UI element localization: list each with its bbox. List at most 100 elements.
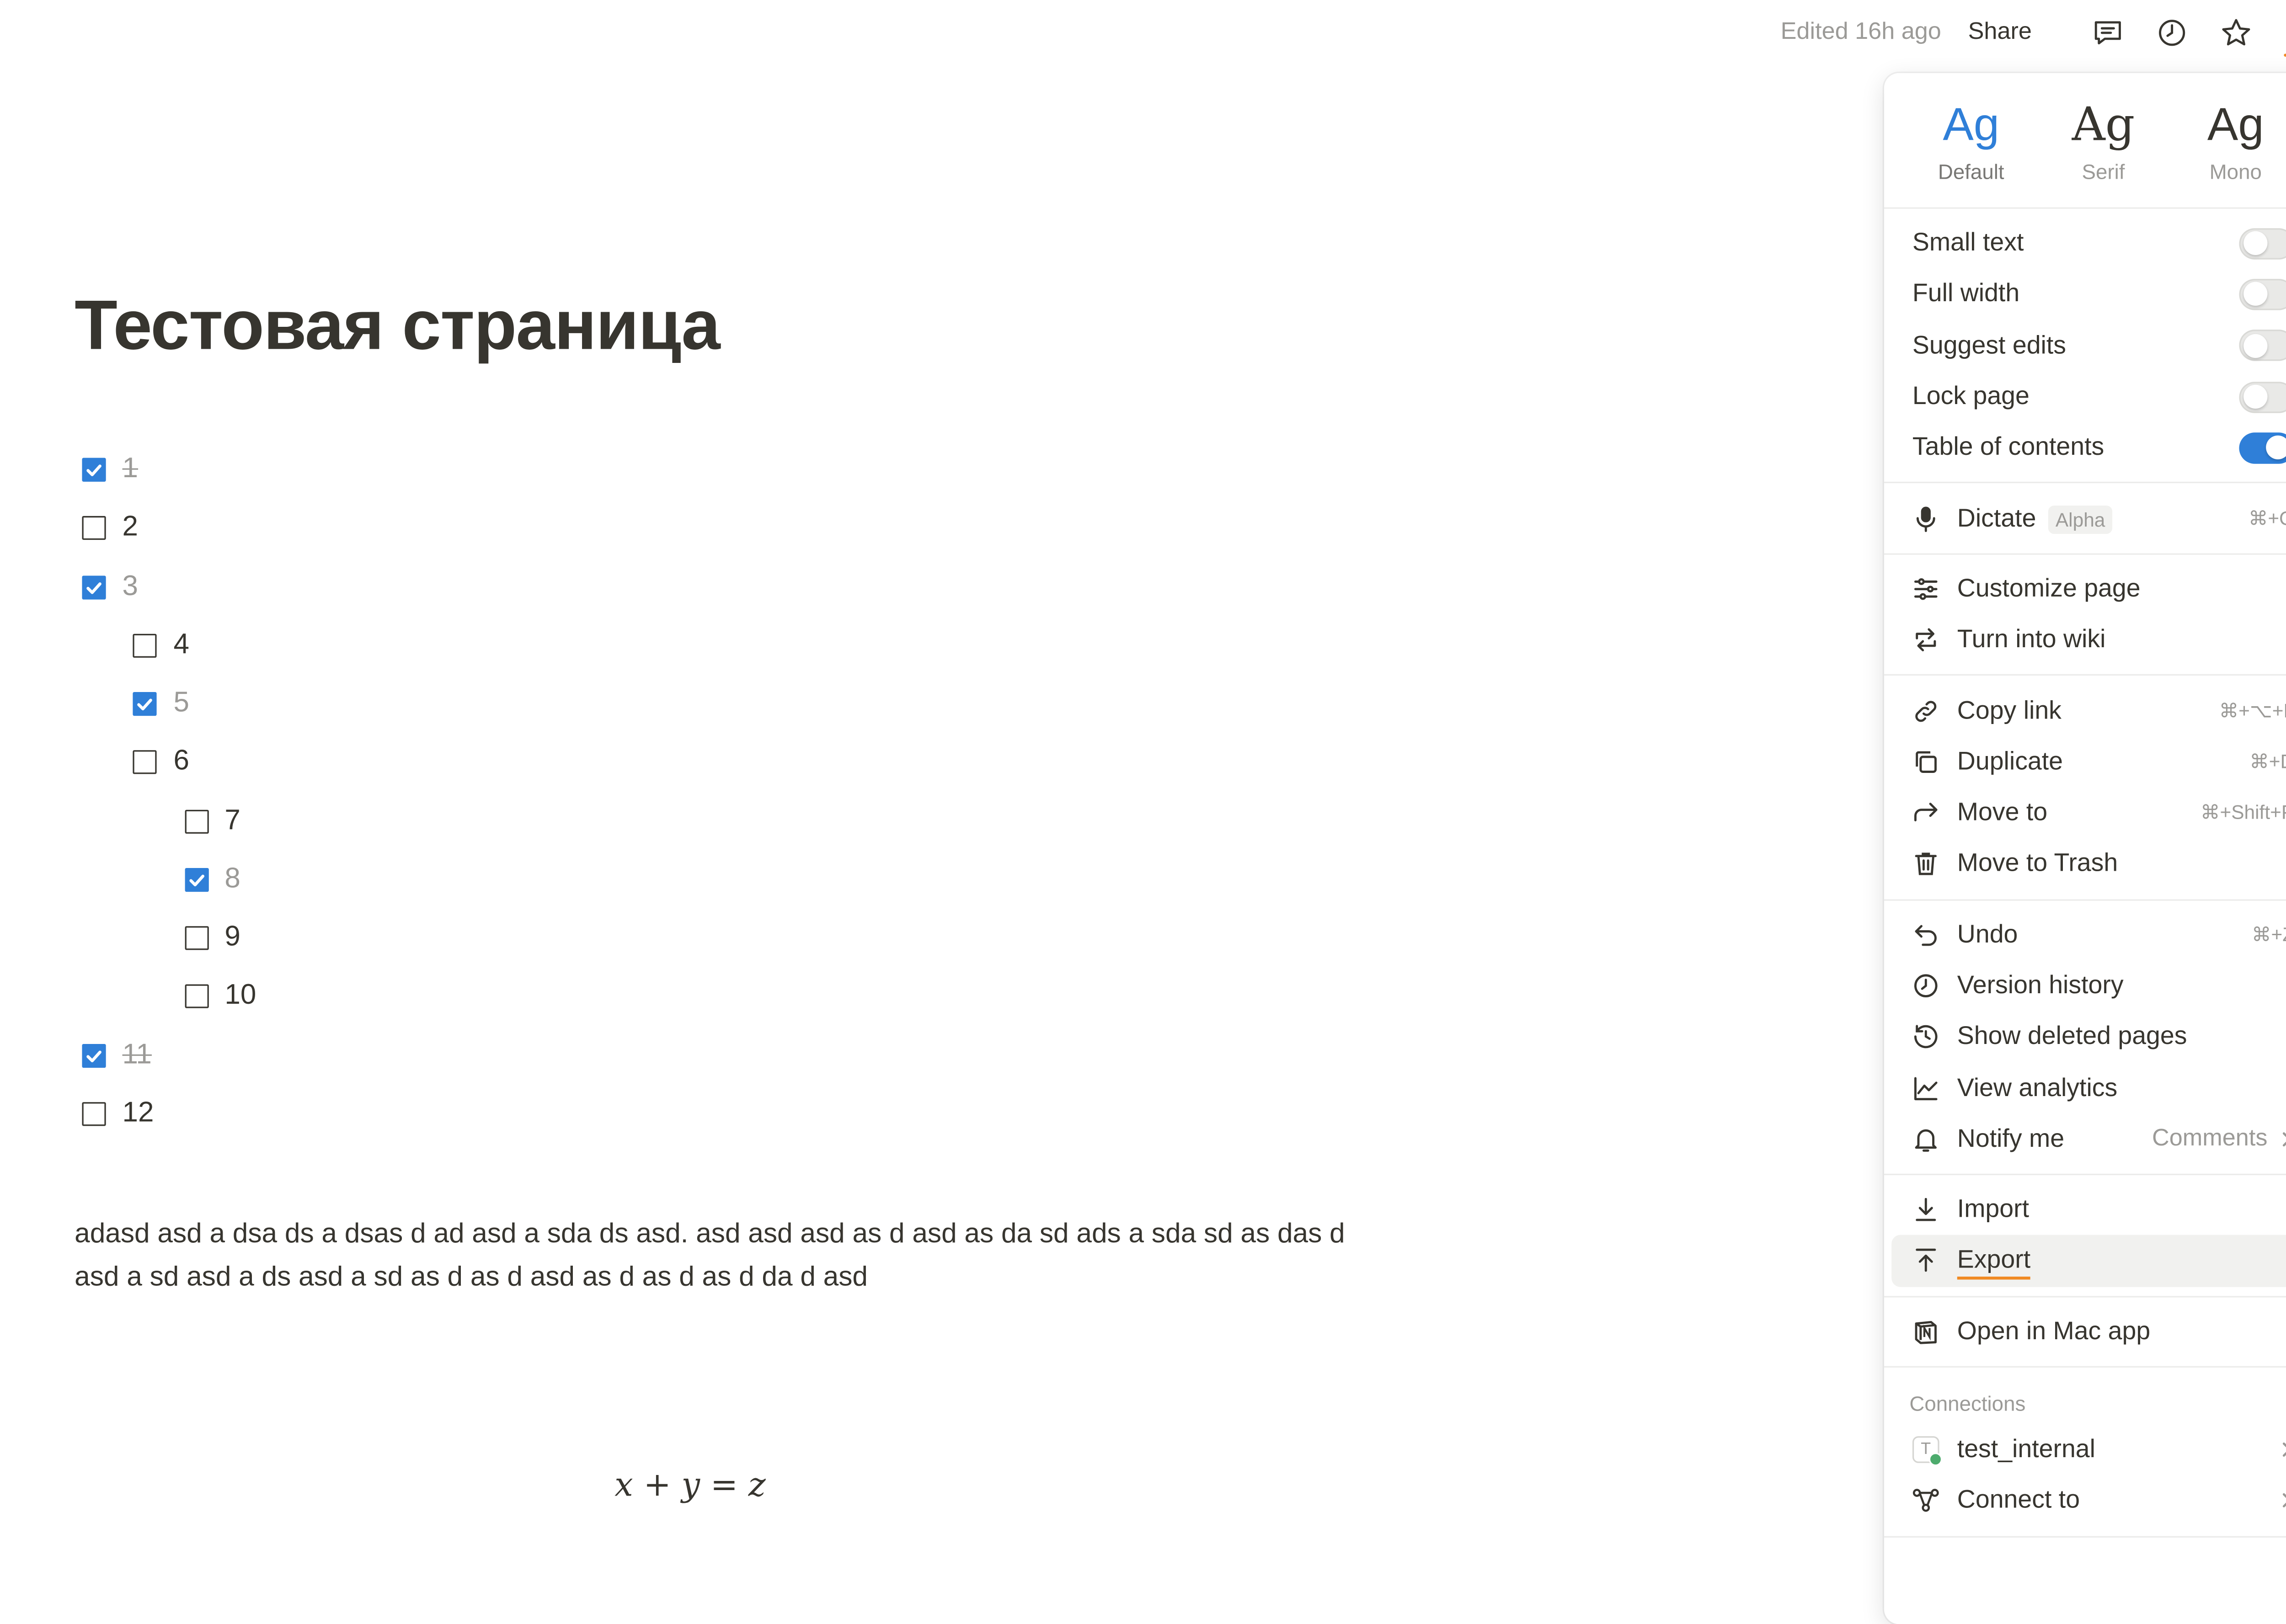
todo-item: 9 [184,916,240,960]
toggle-row-small-text[interactable]: Small text [1884,218,2286,269]
toggle-row-full-width[interactable]: Full width [1884,269,2286,320]
version-history-item[interactable]: Version history [1884,960,2286,1012]
todo-text[interactable]: 6 [173,746,189,779]
arrow-redirect-icon [1909,797,1942,830]
todo-text[interactable]: 3 [123,570,139,603]
duplicate-label: Duplicate [1957,747,2063,776]
todo-checkbox[interactable] [133,692,157,716]
todo-text[interactable]: 7 [224,804,240,837]
math-equation[interactable]: x + y = z [614,1468,765,1505]
move-to-trash-item[interactable]: Move to Trash [1884,839,2286,890]
todo-item: 2 [82,506,138,551]
toggle-switch[interactable] [2239,381,2286,413]
convert-icon [1909,624,1942,657]
notify-me-value: Comments [2152,1126,2268,1151]
toggle-row-table-of-contents[interactable]: Table of contents [1884,422,2286,474]
toggle-switch[interactable] [2239,278,2286,310]
star-icon[interactable] [2218,15,2254,51]
todo-text[interactable]: 5 [173,687,189,720]
notify-me-label: Notify me [1957,1124,2065,1153]
undo-icon [1909,918,1942,951]
toggle-switch[interactable] [2239,228,2286,259]
status-dot [1928,1453,1943,1466]
toggle-group: Small text Full width Suggest edits Lock pa… [1884,209,2286,483]
font-option-mono[interactable]: Ag Mono [2176,97,2286,207]
todo-checkbox[interactable] [184,926,208,950]
customize-page-label: Customize page [1957,574,2141,602]
turn-into-wiki-item[interactable]: Turn into wiki [1884,615,2286,666]
import-item[interactable]: Import [1884,1184,2286,1235]
todo-checkbox[interactable] [184,868,208,892]
export-item[interactable]: Export [1891,1235,2286,1287]
undo-item[interactable]: Undo ⌘+Z [1884,909,2286,960]
todo-checkbox[interactable] [82,1102,106,1126]
todo-text[interactable]: 1 [123,453,139,486]
connect-nodes-icon [1909,1485,1942,1518]
customize-page-item[interactable]: Customize page [1884,564,2286,615]
todo-text[interactable]: 8 [224,863,240,896]
open-app-group: Open in Mac app [1884,1297,2286,1366]
export-underline [1957,1277,2031,1281]
connect-to-item[interactable]: Connect to [1884,1475,2286,1527]
connections-group: T test_internal Connect to [1884,1424,2286,1535]
toggle-label: Small text [1912,228,2024,257]
text-block[interactable]: adasd asd a dsa ds a dsas d ad asd a sda… [75,1211,1373,1297]
move-to-trash-label: Move to Trash [1957,849,2118,878]
dictate-item[interactable]: Dictate Alpha ⌘+O [1884,493,2286,544]
checkmark-icon [86,464,101,476]
more-icon[interactable] [2282,15,2286,57]
todo-checkbox[interactable] [133,633,157,658]
toggle-knob [2243,334,2268,358]
font-option-default[interactable]: Ag Default [1912,97,2031,207]
version-history-label: Version history [1957,971,2124,1000]
share-button[interactable]: Share [1968,19,2032,46]
notion-app-icon [1909,1315,1942,1348]
copy-link-label: Copy link [1957,696,2062,724]
todo-text[interactable]: 11 [123,1039,152,1072]
app-root: Edited 16h ago Share Тестовая страница 1… [0,0,2286,1624]
microphone-icon [1909,502,1942,535]
todo-checkbox[interactable] [184,809,208,833]
todo-item: 5 [133,682,189,726]
toggle-row-lock-page[interactable]: Lock page [1884,371,2286,422]
todo-checkbox[interactable] [184,985,208,1009]
turn-into-wiki-label: Turn into wiki [1957,625,2106,654]
view-analytics-item[interactable]: View analytics [1884,1063,2286,1114]
todo-text[interactable]: 12 [123,1097,154,1130]
undo-label: Undo [1957,920,2018,948]
font-default-glyph: Ag [1943,98,2000,151]
todo-checkbox[interactable] [82,516,106,540]
todo-text[interactable]: 10 [224,980,256,1013]
divider [1884,1535,2286,1537]
toggle-switch[interactable] [2239,330,2286,362]
toggle-label: Full width [1912,279,2020,308]
font-option-serif[interactable]: Ag Serif [2044,97,2163,207]
todo-checkbox[interactable] [133,751,157,775]
todo-item: 12 [82,1092,154,1136]
todo-text[interactable]: 9 [224,921,240,954]
todo-checkbox[interactable] [82,458,106,482]
move-to-item[interactable]: Move to ⌘+Shift+P [1884,788,2286,839]
todo-item: 3 [82,564,138,609]
todo-text[interactable]: 2 [123,512,139,545]
todo-text[interactable]: 4 [173,629,189,662]
page-title[interactable]: Тестовая страница [75,283,721,365]
copy-link-item[interactable]: Copy link ⌘+⌥+L [1884,685,2286,736]
todo-checkbox[interactable] [82,1043,106,1067]
open-in-mac-app-item[interactable]: Open in Mac app [1884,1306,2286,1357]
comment-icon[interactable] [2090,15,2126,51]
restore-icon [1909,1021,1942,1054]
notify-me-item[interactable]: Notify me Comments [1884,1113,2286,1165]
topbar: Edited 16h ago Share [1781,0,2286,66]
toggle-label: Lock page [1912,382,2030,410]
connection-test-internal-item[interactable]: T test_internal [1884,1424,2286,1475]
show-deleted-pages-item[interactable]: Show deleted pages [1884,1012,2286,1063]
todo-checkbox[interactable] [82,575,106,599]
duplicate-item[interactable]: Duplicate ⌘+D [1884,736,2286,788]
toggle-switch[interactable] [2239,432,2286,464]
toggle-row-suggest-edits[interactable]: Suggest edits [1884,320,2286,371]
clock-icon[interactable] [2154,15,2190,51]
undo-shortcut: ⌘+Z [2252,922,2286,945]
integration-avatar: T [1909,1433,1943,1466]
move-to-label: Move to [1957,798,2048,826]
